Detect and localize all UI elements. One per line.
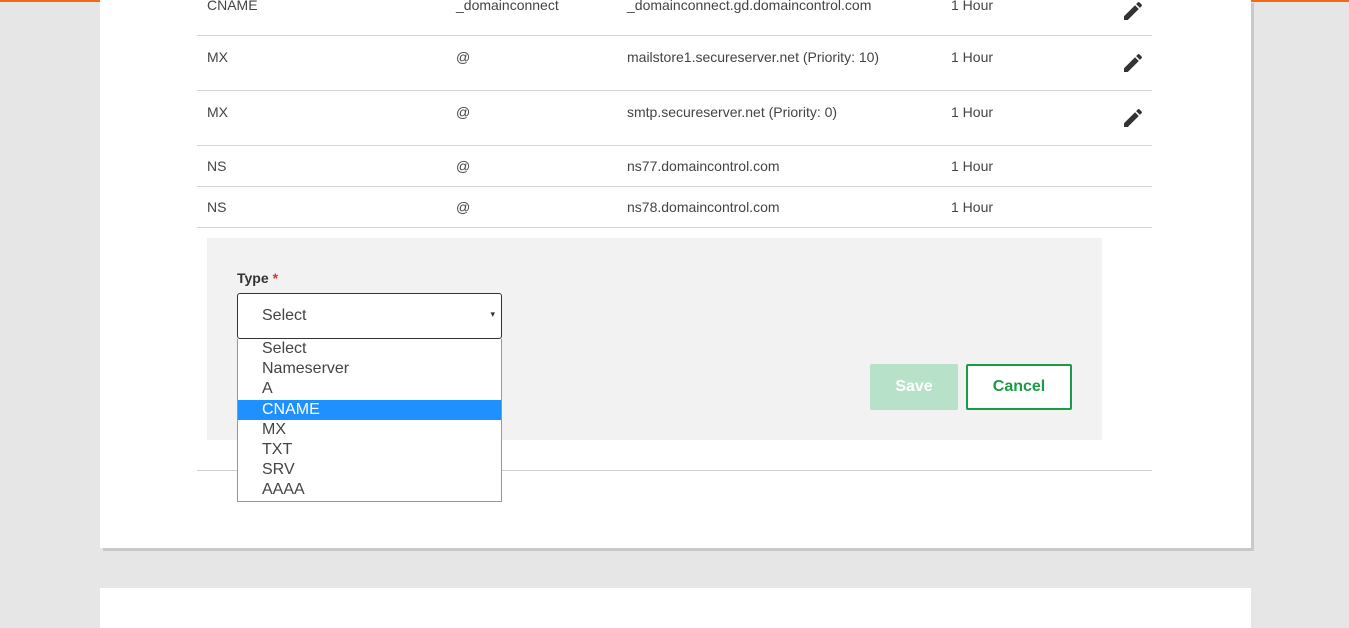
table-row: NS @ ns77.domaincontrol.com 1 Hour xyxy=(197,146,1152,187)
option-mx[interactable]: MX xyxy=(238,420,501,440)
record-type: NS xyxy=(207,199,227,215)
chevron-down-icon: ▾ xyxy=(490,309,495,319)
record-value: mailstore1.secureserver.net (Priority: 1… xyxy=(627,49,880,65)
option-srv[interactable]: SRV xyxy=(238,460,501,480)
record-ttl: 1 Hour xyxy=(951,104,994,120)
record-value: ns77.domaincontrol.com xyxy=(627,158,780,174)
option-select[interactable]: Select xyxy=(238,339,501,359)
record-value: _domainconnect.gd.domaincontrol.com xyxy=(627,0,872,13)
type-select-value: Select xyxy=(262,307,307,324)
record-type: CNAME xyxy=(207,0,258,13)
cancel-button[interactable]: Cancel xyxy=(966,364,1072,410)
record-name: @ xyxy=(456,49,471,65)
record-type: MX xyxy=(207,104,228,120)
table-row: MX @ mailstore1.secureserver.net (Priori… xyxy=(197,36,1152,91)
record-name: @ xyxy=(456,158,471,174)
type-label: Type * xyxy=(237,270,279,286)
option-cname[interactable]: CNAME xyxy=(238,400,501,420)
record-type: NS xyxy=(207,158,227,174)
option-txt[interactable]: TXT xyxy=(238,440,501,460)
record-ttl: 1 Hour xyxy=(951,49,994,65)
record-type: MX xyxy=(207,49,228,65)
required-marker: * xyxy=(272,270,279,286)
option-nameserver[interactable]: Nameserver xyxy=(238,359,501,379)
record-ttl: 1 Hour xyxy=(951,199,994,215)
type-select[interactable]: Select ▾ xyxy=(237,293,502,339)
option-a[interactable]: A xyxy=(238,379,501,399)
record-name: @ xyxy=(456,104,471,120)
pencil-icon[interactable] xyxy=(1121,51,1145,75)
table-row: CNAME _domainconnect _domainconnect.gd.d… xyxy=(197,0,1152,36)
table-row: NS @ ns78.domaincontrol.com 1 Hour xyxy=(197,187,1152,228)
save-button[interactable]: Save xyxy=(870,364,958,410)
type-options-list[interactable]: Select Nameserver A CNAME MX TXT SRV AAA… xyxy=(237,339,502,502)
pencil-icon[interactable] xyxy=(1121,106,1145,130)
record-name: @ xyxy=(456,199,471,215)
table-row: MX @ smtp.secureserver.net (Priority: 0)… xyxy=(197,91,1152,146)
record-ttl: 1 Hour xyxy=(951,0,994,13)
next-card xyxy=(100,588,1251,628)
record-value: ns78.domaincontrol.com xyxy=(627,199,780,215)
option-aaaa[interactable]: AAAA xyxy=(238,480,501,500)
record-name: _domainconnect xyxy=(456,0,559,13)
record-ttl: 1 Hour xyxy=(951,158,994,174)
record-value: smtp.secureserver.net (Priority: 0) xyxy=(627,104,838,120)
pencil-icon[interactable] xyxy=(1121,0,1145,23)
